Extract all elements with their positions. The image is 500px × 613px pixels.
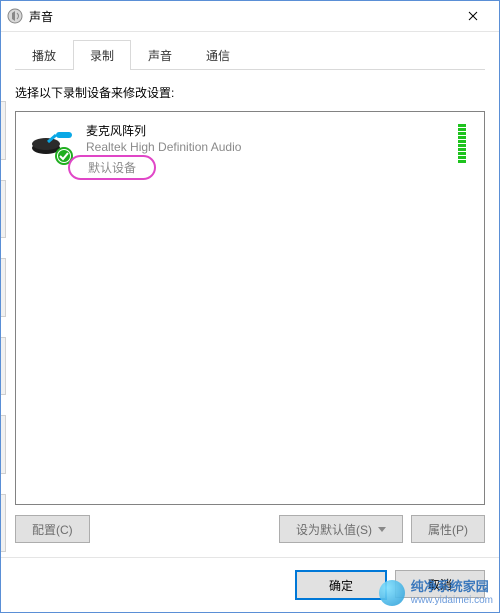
tab-communications[interactable]: 通信 [189, 40, 247, 70]
watermark-main: 纯净系统家园 [411, 580, 493, 594]
properties-button[interactable]: 属性(P) [411, 515, 485, 543]
device-name: 麦克风阵列 [86, 122, 472, 139]
tab-playback[interactable]: 播放 [15, 40, 73, 70]
level-meter [458, 124, 466, 163]
close-button[interactable] [453, 2, 493, 30]
app-icon [7, 8, 23, 24]
sound-dialog: 声音 播放 录制 声音 通信 选择以下录制设备来修改设置: [0, 0, 500, 613]
configure-button[interactable]: 配置(C) [15, 515, 90, 543]
window-title: 声音 [29, 8, 453, 25]
set-default-button[interactable]: 设为默认值(S) [279, 515, 403, 543]
device-row[interactable]: 麦克风阵列 Realtek High Definition Audio 默认设备 [24, 118, 476, 184]
device-list[interactable]: 麦克风阵列 Realtek High Definition Audio 默认设备 [15, 111, 485, 505]
chevron-down-icon [378, 527, 386, 532]
instruction-text: 选择以下录制设备来修改设置: [15, 84, 485, 101]
ok-button[interactable]: 确定 [295, 570, 387, 600]
tab-recording[interactable]: 录制 [73, 40, 131, 70]
tab-sounds[interactable]: 声音 [131, 40, 189, 70]
device-icon-wrap [28, 122, 78, 162]
device-subtitle: Realtek High Definition Audio [86, 140, 472, 154]
content-area: 播放 录制 声音 通信 选择以下录制设备来修改设置: [1, 32, 499, 557]
titlebar: 声音 [1, 1, 499, 32]
watermark-icon [379, 580, 405, 606]
watermark: 纯净系统家园 www.yidaimei.com [379, 580, 493, 606]
device-status: 默认设备 [68, 155, 156, 180]
button-row: 配置(C) 设为默认值(S) 属性(P) [15, 515, 485, 543]
device-text: 麦克风阵列 Realtek High Definition Audio 默认设备 [86, 122, 472, 180]
close-icon [468, 11, 478, 21]
set-default-label: 设为默认值(S) [296, 521, 372, 538]
watermark-sub: www.yidaimei.com [411, 595, 493, 606]
tab-bar: 播放 录制 声音 通信 [15, 40, 485, 70]
